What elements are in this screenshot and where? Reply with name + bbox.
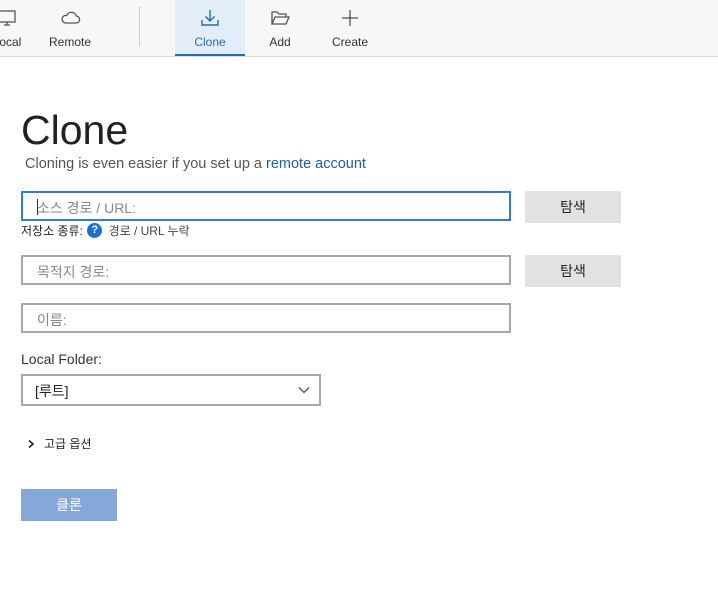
tab-local[interactable]: Local: [0, 0, 30, 56]
folder-open-icon: [271, 11, 290, 25]
destination-path-input[interactable]: 목적지 경로:: [21, 255, 511, 285]
tab-remote-label: Remote: [48, 35, 92, 49]
advanced-options-toggle[interactable]: 고급 옵션: [26, 435, 92, 452]
destination-path-placeholder: 목적지 경로:: [37, 264, 110, 280]
browse-source-button[interactable]: 탐색: [525, 191, 621, 223]
repo-type-label: 저장소 종류:: [21, 224, 83, 238]
download-icon: [201, 10, 219, 26]
tab-local-label: Local: [0, 35, 22, 49]
tab-clone-label: Clone: [194, 35, 226, 49]
page-title: Clone: [21, 107, 129, 153]
source-url-input[interactable]: 소스 경로 / URL:: [21, 191, 511, 221]
chevron-down-icon: [298, 387, 310, 394]
name-placeholder: 이름:: [37, 312, 67, 328]
subtitle-text: Cloning is even easier if you set up a: [25, 156, 262, 172]
help-icon[interactable]: ?: [87, 223, 103, 239]
source-url-placeholder: 소스 경로 / URL:: [37, 200, 136, 216]
tab-create-label: Create: [331, 35, 369, 49]
clone-button[interactable]: 클론: [21, 489, 117, 521]
tab-add-label: Add: [269, 35, 291, 49]
local-folder-value: [루트]: [35, 383, 69, 399]
browse-destination-button[interactable]: 탐색: [525, 255, 621, 287]
local-folder-label: Local Folder:: [21, 351, 102, 367]
cloud-icon: [61, 11, 81, 24]
toolbar: Local Remote Clone Add Create: [0, 0, 718, 57]
repo-type-row: 저장소 종류: ? 경로 / URL 누락: [21, 222, 190, 239]
remote-account-link[interactable]: remote account: [266, 156, 366, 172]
tab-add[interactable]: Add: [245, 0, 315, 56]
monitor-icon: [0, 10, 16, 26]
text-caret: [37, 199, 38, 215]
chevron-right-icon: [28, 439, 35, 448]
plus-icon: [342, 10, 358, 26]
advanced-options-label: 고급 옵션: [44, 437, 92, 451]
tab-clone[interactable]: Clone: [175, 0, 245, 56]
name-input[interactable]: 이름:: [21, 303, 511, 333]
repo-type-value: 경로 / URL 누락: [108, 224, 190, 238]
subtitle: Cloning is even easier if you set up a r…: [25, 156, 366, 172]
local-folder-select[interactable]: [루트]: [21, 374, 321, 406]
tab-create[interactable]: Create: [315, 0, 385, 56]
tab-remote[interactable]: Remote: [38, 0, 102, 56]
toolbar-divider: [139, 6, 140, 46]
